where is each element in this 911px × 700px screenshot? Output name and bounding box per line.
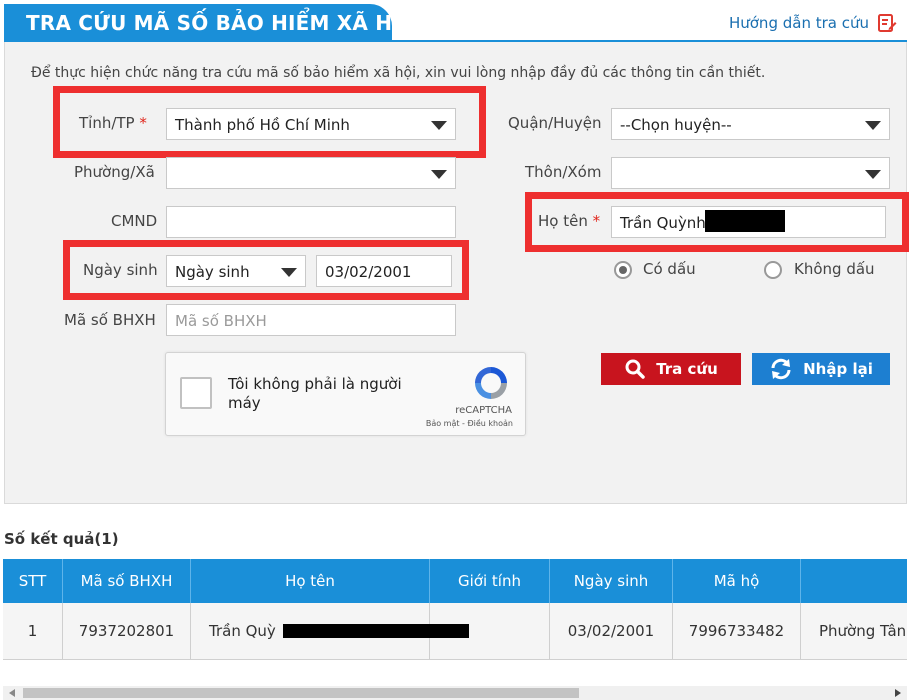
form-intro: Để thực hiện chức năng tra cứu mã số bảo… (31, 65, 766, 81)
radio-with-diacritics[interactable] (614, 261, 632, 279)
redaction-bar (705, 210, 785, 232)
radio-without-diacritics-label: Không dấu (794, 260, 875, 278)
recaptcha-checkbox[interactable] (180, 377, 212, 409)
district-label: Quận/Huyện (508, 114, 602, 132)
table-header: STT Mã số BHXH Họ tên Giới tính Ngày sin… (3, 559, 907, 603)
guide-link[interactable]: Hướng dẫn tra cứu (729, 13, 897, 33)
cell-stt: 1 (3, 603, 63, 659)
radio-with-diacritics-label: Có dấu (643, 260, 696, 278)
birth-label: Ngày sinh (83, 261, 158, 279)
guide-link-label: Hướng dẫn tra cứu (728, 14, 869, 32)
ward-select[interactable] (166, 157, 456, 189)
chevron-down-icon (431, 170, 447, 179)
page-title: TRA CỨU MÃ SỐ BẢO HIỂM XÃ HỘI (4, 4, 417, 42)
column-header-stt[interactable]: STT (3, 559, 63, 603)
chevron-down-icon (865, 170, 881, 179)
column-header-bhxh[interactable]: Mã số BHXH (63, 559, 191, 603)
reset-button[interactable]: Nhập lại (752, 353, 890, 385)
district-select[interactable]: --Chọn huyện-- (611, 108, 890, 140)
redaction-bar (283, 624, 469, 638)
column-header-household[interactable]: Mã hộ (673, 559, 801, 603)
recaptcha-widget: Tôi không phải là người máy reCAPTCHA Bả… (165, 352, 526, 436)
village-select[interactable] (611, 157, 890, 189)
cell-birth: 03/02/2001 (550, 603, 673, 659)
bhxh-label: Mã số BHXH (64, 311, 156, 329)
recaptcha-icon (475, 367, 507, 399)
radio-without-diacritics[interactable] (764, 261, 782, 279)
edit-document-icon (878, 14, 897, 32)
scroll-left-arrow[interactable] (9, 689, 15, 697)
village-label: Thôn/Xóm (525, 163, 602, 181)
search-form: Để thực hiện chức năng tra cứu mã số bảo… (4, 42, 909, 504)
page-header: TRA CỨU MÃ SỐ BẢO HIỂM XÃ HỘI Hướng dẫn … (4, 4, 907, 42)
page: TRA CỨU MÃ SỐ BẢO HIỂM XÃ HỘI Hướng dẫn … (0, 0, 911, 700)
scroll-thumb[interactable] (23, 688, 579, 698)
birth-date-input[interactable]: 03/02/2001 (316, 255, 452, 287)
cell-household: 7996733482 (673, 603, 801, 659)
recaptcha-label: Tôi không phải là người máy (228, 375, 402, 412)
ward-label: Phường/Xã (74, 163, 155, 181)
result-count: Số kết quả(1) (4, 530, 119, 548)
chevron-down-icon (865, 121, 881, 130)
horizontal-scrollbar[interactable] (3, 686, 907, 700)
cell-bhxh: 7937202801 (63, 603, 191, 659)
column-header-name[interactable]: Họ tên (191, 559, 430, 603)
scroll-right-arrow[interactable] (895, 689, 901, 697)
refresh-icon (771, 358, 791, 380)
chevron-down-icon (431, 121, 447, 130)
recaptcha-brand: reCAPTCHA (455, 405, 512, 416)
id-card-label: CMND (111, 212, 158, 230)
chevron-down-icon (281, 268, 297, 277)
search-icon (625, 359, 645, 379)
recaptcha-links[interactable]: Bảo mật - Điều khoản (426, 419, 513, 428)
birth-type-select[interactable]: Ngày sinh (166, 255, 306, 287)
province-label: Tỉnh/TP * (79, 114, 147, 132)
bhxh-input[interactable]: Mã số BHXH (166, 304, 456, 336)
column-header-birth[interactable]: Ngày sinh (550, 559, 673, 603)
column-header-address[interactable] (801, 559, 907, 603)
column-header-gender[interactable]: Giới tính (430, 559, 550, 603)
results-table: STT Mã số BHXH Họ tên Giới tính Ngày sin… (3, 559, 907, 660)
province-select[interactable]: Thành phố Hồ Chí Minh (166, 108, 456, 140)
full-name-label: Họ tên * (538, 212, 601, 230)
id-card-input[interactable] (166, 206, 456, 238)
search-button[interactable]: Tra cứu (601, 353, 741, 385)
cell-address: Phường Tân (819, 622, 907, 640)
